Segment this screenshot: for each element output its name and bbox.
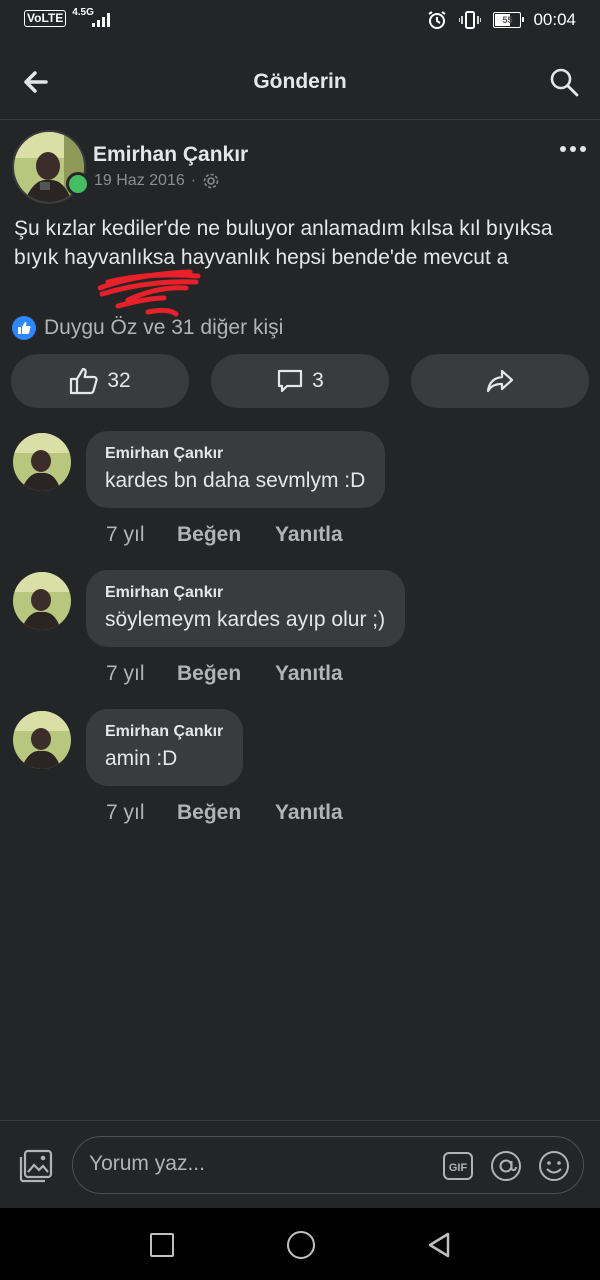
post-author-name[interactable]: Emirhan Çankır [93, 143, 248, 167]
red-scribble-redaction [98, 269, 201, 317]
comment-text: kardes bn daha sevmlym :D [105, 469, 366, 492]
comment-bubble[interactable]: Emirhan Çankır söylemeym kardes ayıp olu… [86, 570, 406, 647]
comment-bubble[interactable]: Emirhan Çankır amin :D [86, 709, 244, 786]
volte-indicator: VoLTE [24, 10, 67, 27]
comment-button[interactable]: 3 [211, 354, 389, 408]
share-button[interactable] [411, 354, 589, 408]
comment-text: amin :D [105, 747, 178, 770]
signal-icon [91, 11, 110, 27]
like-button[interactable]: 32 [11, 354, 189, 408]
online-status-dot [66, 172, 90, 196]
comment-time: 7 yıl [106, 662, 145, 685]
post-meta: 19 Haz 2016 · [94, 172, 220, 190]
comment-time: 7 yıl [106, 801, 145, 824]
like-icon [70, 367, 99, 395]
home-icon[interactable] [287, 1231, 315, 1259]
comment-placeholder: Yorum yaz... [89, 1152, 205, 1175]
meta-separator: · [190, 172, 197, 189]
comment-like-link[interactable]: Beğen [177, 801, 275, 825]
post-text: Şu kızlar kediler'de ne buluyor anlamadı… [14, 217, 553, 269]
recents-icon[interactable] [150, 1233, 174, 1257]
nav-back-icon[interactable] [424, 1230, 454, 1260]
page-title: Gönderin [253, 70, 347, 93]
battery-icon: 55 [493, 12, 525, 28]
comment-like-link[interactable]: Beğen [177, 662, 275, 686]
alarm-icon [428, 11, 447, 29]
comment-avatar[interactable] [13, 433, 71, 491]
comment-like-link[interactable]: Beğen [177, 523, 275, 547]
reaction-text: Duygu Öz ve 31 diğer kişi [44, 316, 284, 339]
top-bar: Gönderin [0, 44, 600, 120]
photo-icon[interactable] [18, 1148, 54, 1184]
comment-text: söylemeym kardes ayıp olur ;) [105, 608, 386, 631]
at-icon[interactable] [490, 1150, 522, 1182]
comment-actions: 7 yıl Beğen Yanıtla [106, 662, 343, 686]
status-bar-left: VoLTE 4.5G [24, 7, 110, 27]
comment-reply-link[interactable]: Yanıtla [275, 523, 343, 547]
status-bar-right: 55 00:04 [427, 10, 576, 30]
clock: 00:04 [533, 10, 576, 29]
reaction-summary[interactable]: Duygu Öz ve 31 diğer kişi [12, 316, 283, 340]
gif-icon[interactable]: GIF [442, 1151, 474, 1181]
comment-reply-link[interactable]: Yanıtla [275, 662, 343, 686]
comment-reply-link[interactable]: Yanıtla [275, 801, 343, 825]
more-icon[interactable] [560, 146, 586, 152]
comment-count: 3 [312, 369, 324, 392]
share-icon [486, 369, 514, 393]
comment-author[interactable]: Emirhan Çankır [105, 723, 223, 741]
settings-icon [203, 173, 219, 189]
comment-icon [278, 369, 303, 393]
comment-time: 7 yıl [106, 523, 145, 546]
gif-label: GIF [449, 1162, 468, 1174]
comment-bubble[interactable]: Emirhan Çankır kardes bn daha sevmlym :D [86, 431, 386, 508]
comment-actions: 7 yıl Beğen Yanıtla [106, 523, 343, 547]
comment-avatar[interactable] [13, 711, 71, 769]
status-bar: VoLTE 4.5G 55 00:04 [0, 0, 600, 44]
post-date[interactable]: 19 Haz 2016 [94, 172, 185, 190]
comment-author[interactable]: Emirhan Çankır [105, 584, 385, 602]
emoji-icon[interactable] [538, 1150, 570, 1182]
like-count: 32 [107, 369, 131, 392]
comment-author[interactable]: Emirhan Çankır [105, 445, 365, 463]
vibrate-icon [459, 11, 482, 29]
search-icon[interactable] [548, 66, 580, 98]
comment-actions: 7 yıl Beğen Yanıtla [106, 801, 343, 825]
comment-avatar[interactable] [13, 572, 71, 630]
network-type: 4.5G [72, 7, 94, 18]
like-badge-icon [12, 316, 36, 340]
